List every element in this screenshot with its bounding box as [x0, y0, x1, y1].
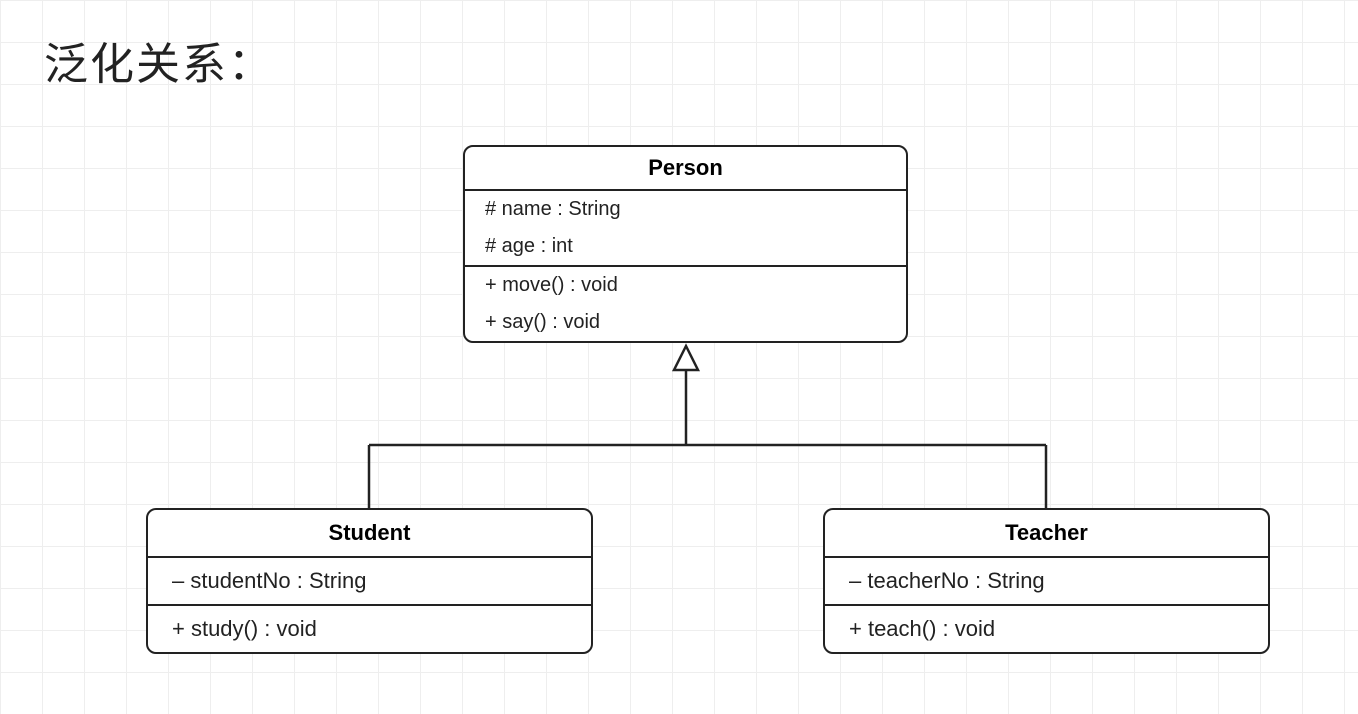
class-teacher: Teacher – teacherNo : String + teach() :… [823, 508, 1270, 654]
attribute-row: – teacherNo : String [825, 558, 1268, 604]
class-teacher-attributes: – teacherNo : String [825, 558, 1268, 606]
operation-row: + move() : void [465, 267, 906, 304]
class-person-attributes: # name : String # age : int [465, 191, 906, 267]
class-student-attributes: – studentNo : String [148, 558, 591, 606]
operation-row: + study() : void [148, 606, 591, 652]
attribute-row: # age : int [465, 228, 906, 265]
class-teacher-operations: + teach() : void [825, 606, 1268, 652]
class-teacher-name: Teacher [825, 510, 1268, 558]
attribute-row: # name : String [465, 191, 906, 228]
class-person-name: Person [465, 147, 906, 191]
class-person: Person # name : String # age : int + mov… [463, 145, 908, 343]
operation-row: + teach() : void [825, 606, 1268, 652]
class-student: Student – studentNo : String + study() :… [146, 508, 593, 654]
attribute-row: – studentNo : String [148, 558, 591, 604]
diagram-title: 泛化关系： [44, 28, 274, 92]
operation-row: + say() : void [465, 304, 906, 341]
class-student-name: Student [148, 510, 591, 558]
class-student-operations: + study() : void [148, 606, 591, 652]
class-person-operations: + move() : void + say() : void [465, 267, 906, 341]
